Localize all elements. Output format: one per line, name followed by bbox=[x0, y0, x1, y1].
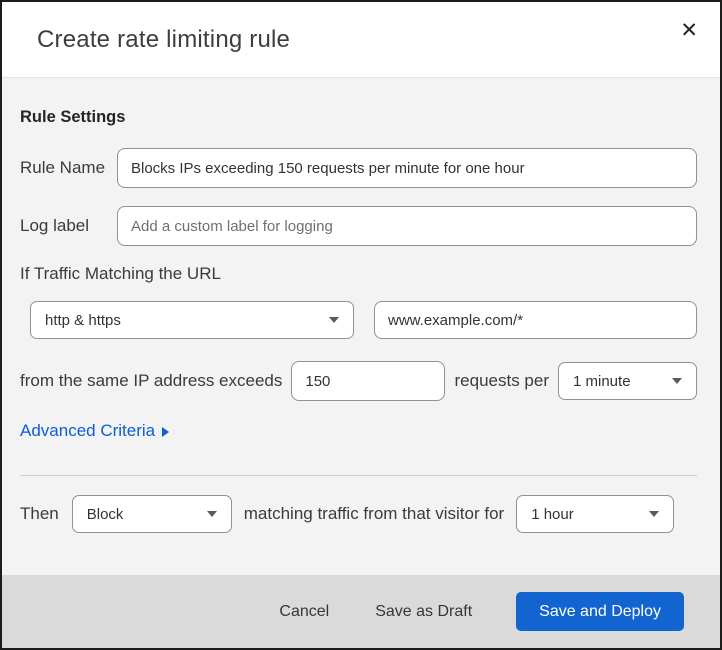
action-select[interactable]: Block bbox=[71, 495, 232, 533]
save-as-draft-button[interactable]: Save as Draft bbox=[373, 597, 474, 627]
dialog-title: Create rate limiting rule bbox=[37, 25, 291, 53]
close-icon[interactable]: ✕ bbox=[676, 16, 702, 45]
create-rate-limiting-rule-dialog: Create rate limiting rule ✕ Rule Setting… bbox=[0, 0, 722, 650]
url-match-row: http & https bbox=[30, 301, 697, 339]
then-label: Then bbox=[20, 504, 59, 523]
then-middle-text: matching traffic from that visitor for bbox=[243, 504, 505, 523]
log-label-label: Log label bbox=[20, 216, 90, 235]
threshold-middle-text: requests per bbox=[454, 371, 550, 390]
dialog-header: Create rate limiting rule ✕ bbox=[2, 2, 720, 78]
advanced-criteria-label: Advanced Criteria bbox=[20, 421, 156, 440]
duration-select[interactable]: 1 hour bbox=[516, 495, 675, 533]
traffic-match-heading: If Traffic Matching the URL bbox=[20, 264, 221, 283]
rule-name-label: Rule Name bbox=[20, 158, 106, 177]
then-row: Then Block matching traffic from that vi… bbox=[20, 495, 697, 533]
section-heading: Rule Settings bbox=[20, 108, 126, 126]
chevron-down-icon bbox=[649, 511, 660, 517]
advanced-criteria-link[interactable]: Advanced Criteria bbox=[20, 421, 170, 441]
period-select[interactable]: 1 minute bbox=[558, 362, 697, 400]
dialog-body: Rule Settings Rule Name Log label If Tra… bbox=[2, 78, 720, 575]
period-select-value: 1 minute bbox=[573, 372, 631, 390]
duration-select-value: 1 hour bbox=[531, 505, 574, 523]
log-label-input[interactable] bbox=[117, 206, 697, 246]
dialog-footer: Cancel Save as Draft Save and Deploy bbox=[2, 575, 720, 648]
requests-count-input[interactable] bbox=[291, 361, 445, 401]
section-divider bbox=[20, 475, 697, 476]
rule-name-input[interactable] bbox=[117, 148, 697, 188]
chevron-down-icon bbox=[206, 511, 217, 517]
scheme-select[interactable]: http & https bbox=[30, 301, 354, 339]
log-label-row: Log label bbox=[20, 206, 697, 246]
chevron-down-icon bbox=[329, 317, 339, 323]
threshold-prefix-text: from the same IP address exceeds bbox=[20, 371, 283, 390]
threshold-row: from the same IP address exceeds request… bbox=[20, 361, 697, 401]
triangle-right-icon bbox=[162, 427, 170, 437]
url-pattern-input[interactable] bbox=[374, 301, 697, 339]
scheme-select-value: http & https bbox=[45, 311, 121, 329]
rule-name-row: Rule Name bbox=[20, 148, 697, 188]
chevron-down-icon bbox=[672, 378, 682, 384]
action-select-value: Block bbox=[86, 505, 124, 523]
cancel-button[interactable]: Cancel bbox=[277, 597, 331, 627]
save-and-deploy-button[interactable]: Save and Deploy bbox=[516, 592, 684, 631]
